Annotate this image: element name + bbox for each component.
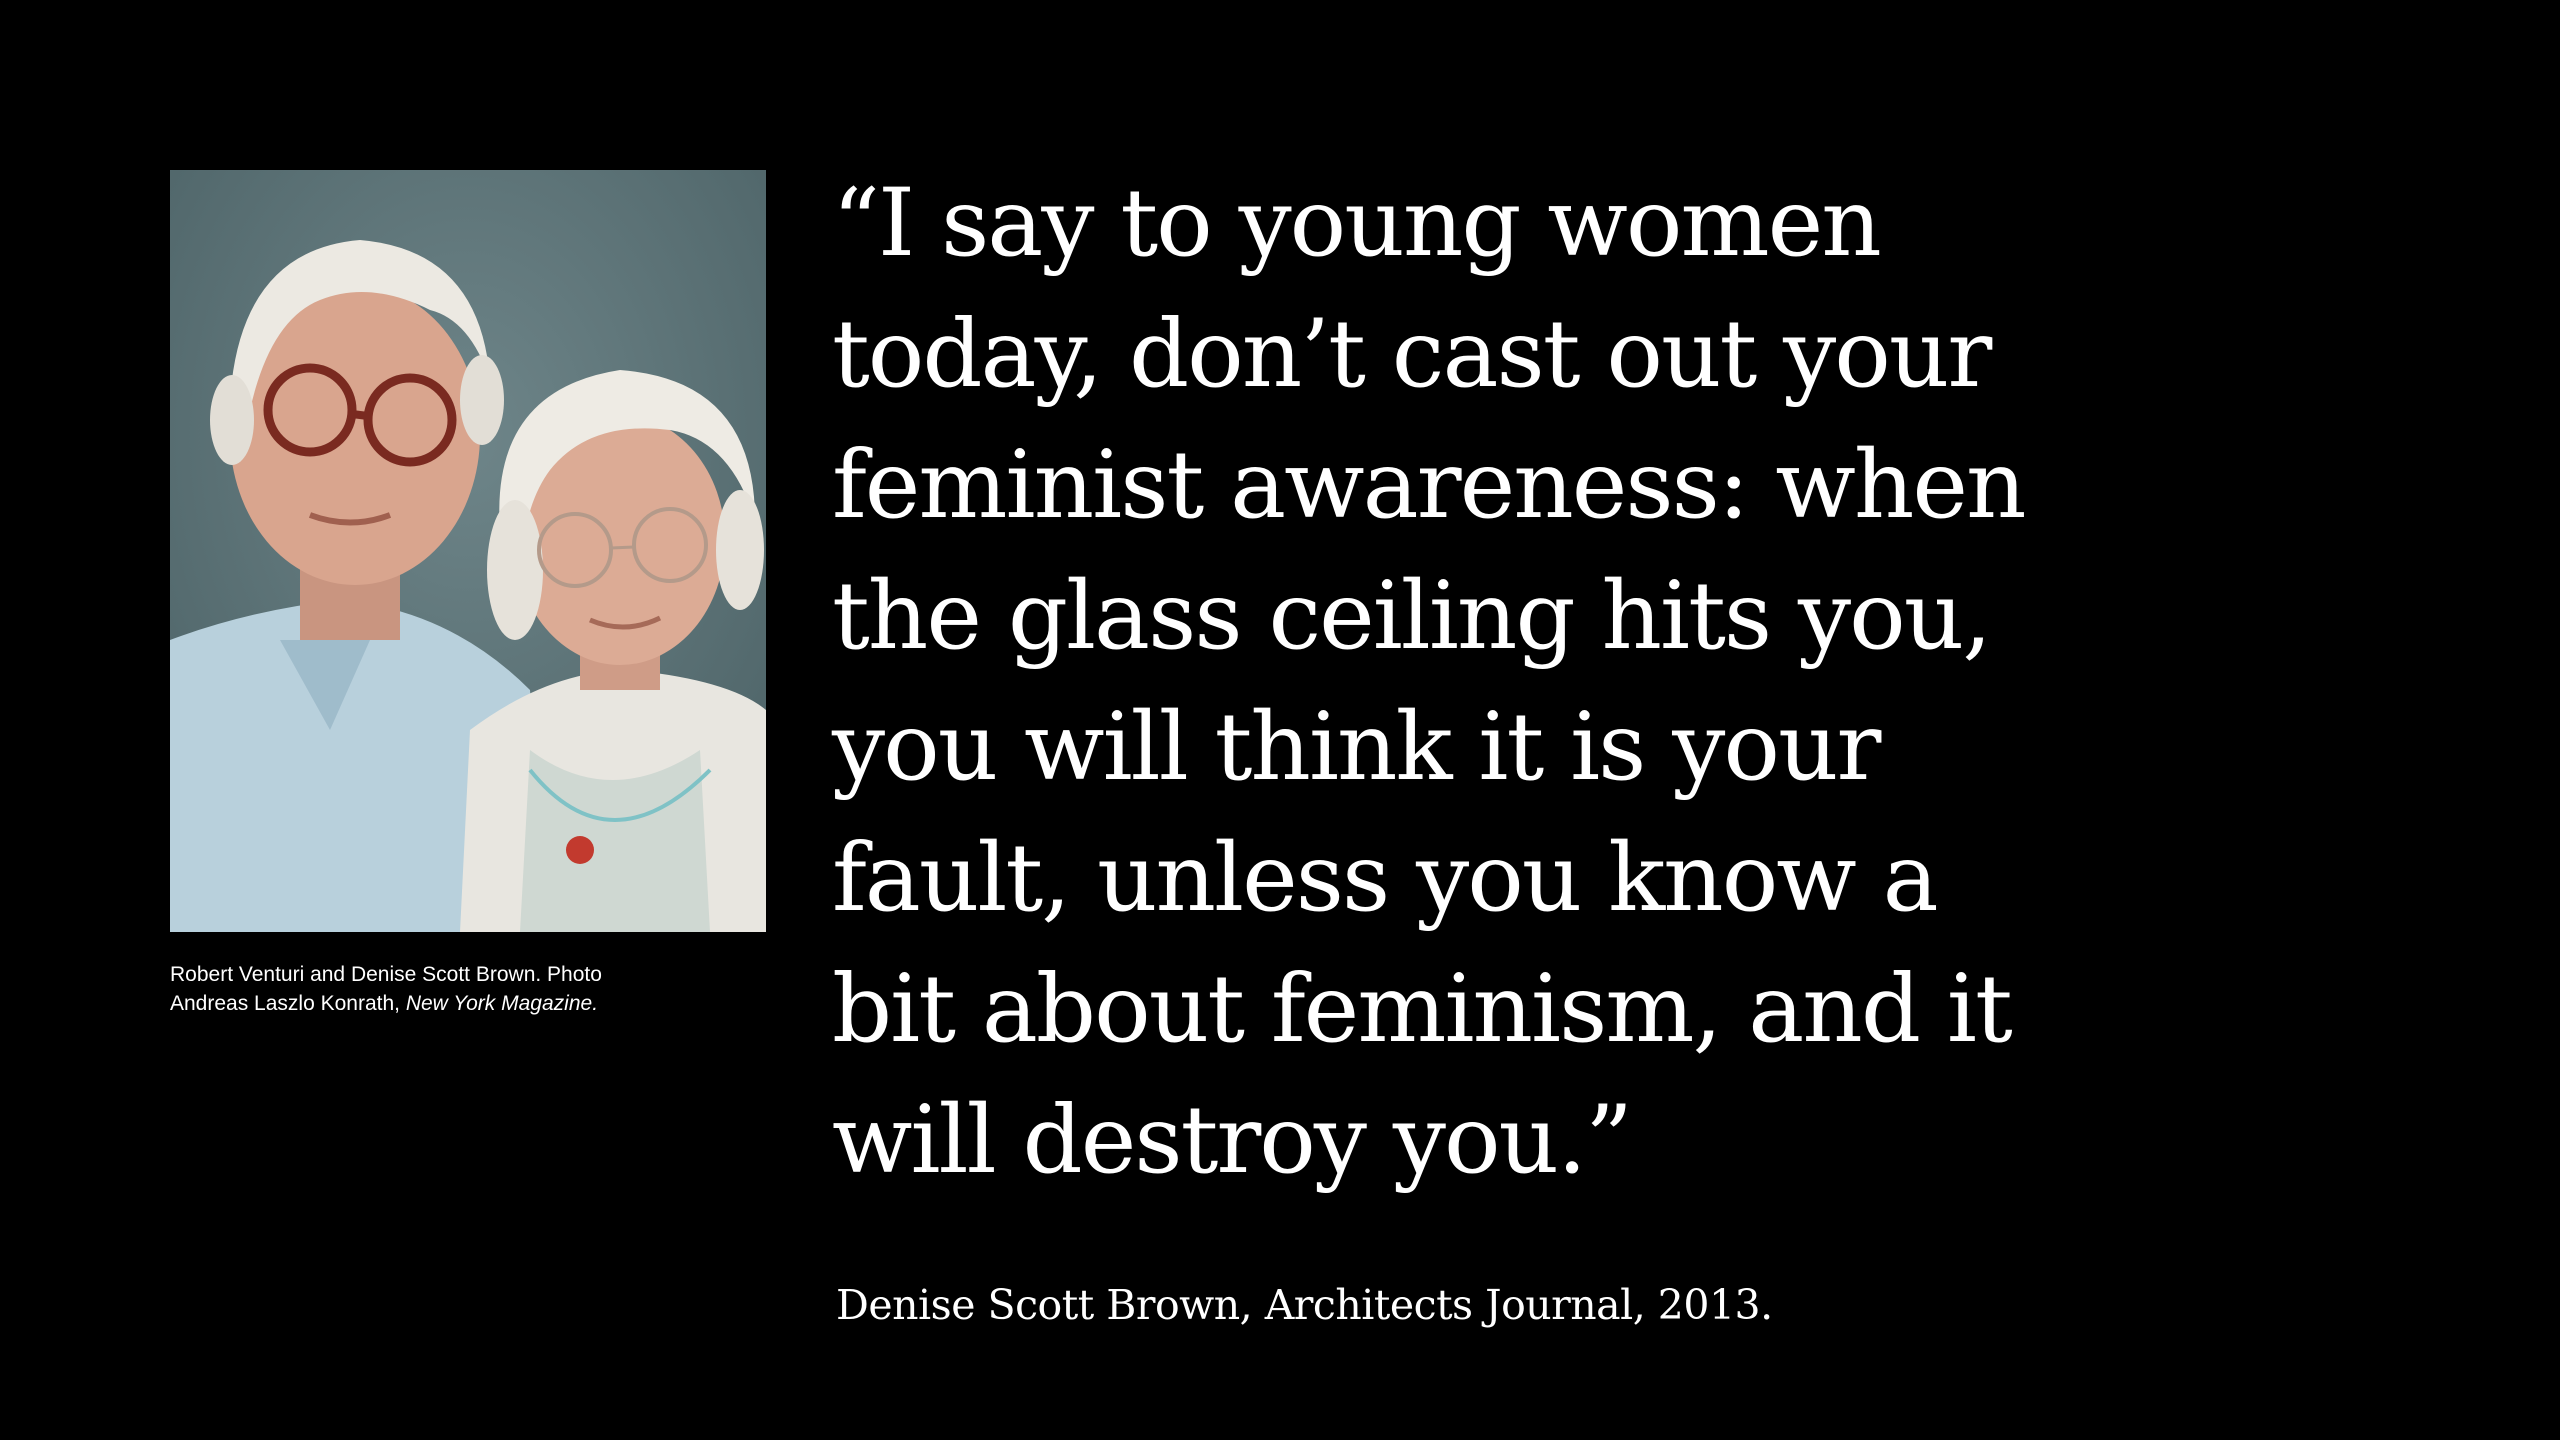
slide: Robert Venturi and Denise Scott Brown. P…: [0, 0, 2560, 1440]
quote-line: today, don’t cast out your: [832, 300, 1992, 409]
quote-line: will destroy you.”: [832, 1086, 1633, 1195]
photo-caption: Robert Venturi and Denise Scott Brown. P…: [170, 960, 790, 1018]
quote-line: feminist awareness: when: [832, 431, 2027, 540]
caption-line-1: Robert Venturi and Denise Scott Brown. P…: [170, 963, 602, 986]
portrait-photo-icon: [170, 170, 766, 932]
quote-text: “I say to young women today, don’t cast …: [832, 158, 2352, 1206]
quote-line: fault, unless you know a: [832, 824, 1939, 933]
quote-line: the glass ceiling hits you,: [832, 562, 1992, 671]
caption-line-2: Andreas Laszlo Konrath, New York Magazin…: [170, 989, 790, 1018]
caption-credit: Andreas Laszlo Konrath,: [170, 992, 406, 1015]
quote-line: you will think it is your: [832, 693, 1881, 802]
caption-publication: New York Magazine.: [405, 992, 599, 1015]
quote-attribution: Denise Scott Brown, Architects Journal, …: [836, 1281, 1773, 1329]
quote-line: bit about feminism, and it: [832, 955, 2013, 1064]
portrait-photo: [170, 170, 766, 932]
quote-line: “I say to young women: [832, 169, 1882, 278]
